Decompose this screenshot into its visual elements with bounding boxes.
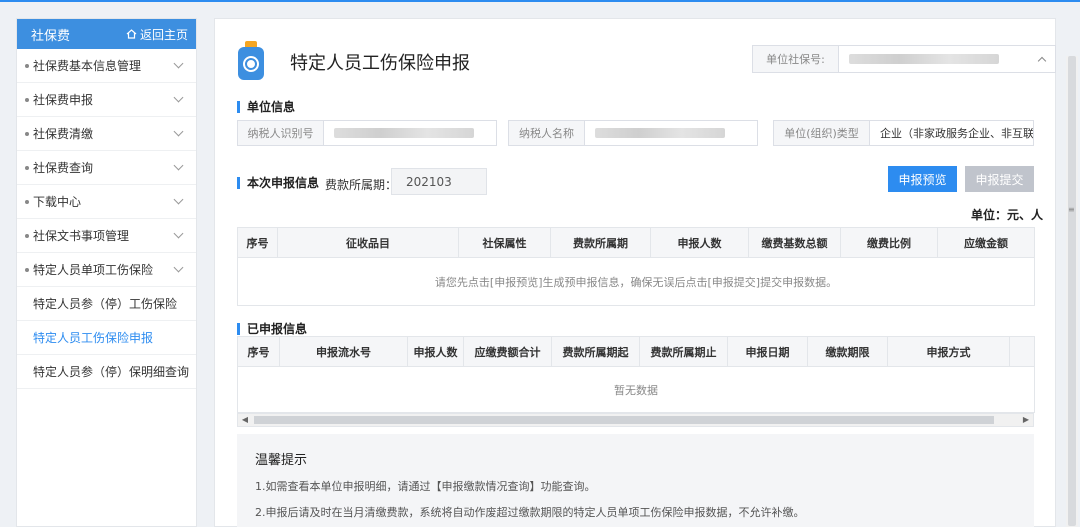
bullet-icon [25,63,29,68]
sidebar-item-query[interactable]: 社保费查询 [17,151,196,185]
declare-info-title: 本次申报信息 [237,177,319,189]
taxpayer-id-value [324,121,496,145]
chevron-up-icon [1037,56,1047,65]
sidebar-title: 社保费 [31,28,71,44]
taxpayer-id-label: 纳税人识别号 [238,121,324,145]
chevron-down-icon [173,262,184,273]
taxpayer-name-field: 纳税人名称 [508,120,758,146]
table-row: 暂无数据 [237,366,1035,413]
sidebar-item-label: 社保费查询 [33,161,94,175]
sidebar-item-label: 社保费申报 [33,93,94,107]
unit-ss-label: 单位社保号: [753,46,839,72]
sidebar-subitem-detail-query[interactable]: 特定人员参（停）保明细查询 [17,355,196,389]
sidebar-subitem-enroll[interactable]: 特定人员参（停）工伤保险 [17,287,196,321]
chevron-down-icon [173,58,184,69]
bullet-icon [25,267,29,272]
column-header: 社保属性 [458,227,551,258]
horizontal-scrollbar[interactable]: ◀ ▶ [237,413,1034,427]
bullet-icon [25,233,29,238]
tip-line: 1.如需查看本单位申报明细，请通过【申报缴款情况查询】功能查询。 [255,480,596,493]
column-header: 应缴金额 [937,227,1035,258]
empty-message: 暂无数据 [237,366,1035,413]
declared-info-title: 已申报信息 [237,323,307,335]
org-type-label: 单位(组织)类型 [774,121,870,145]
column-header: 申报日期 [727,336,808,367]
table-row: 请您先点击[申报预览]生成预申报信息，确保无误后点击[申报提交]提交申报数据。 [237,257,1035,306]
sidebar-item-download[interactable]: 下载中心 [17,185,196,219]
chevron-down-icon [173,228,184,239]
table-header-row: 序号 申报流水号 申报人数 应缴费额合计 费款所属期起 费款所属期止 申报日期 … [237,336,1035,367]
unit-note: 单位：元、人 [971,208,1044,222]
column-header: 申报人数 [650,227,749,258]
column-header: 费款所属期止 [639,336,728,367]
tips-panel: 温馨提示 1.如需查看本单位申报明细，请通过【申报缴款情况查询】功能查询。 2.… [237,434,1034,527]
column-header: 申报方式 [887,336,1010,367]
table-header-row: 序号 征收品目 社保属性 费款所属期 申报人数 缴费基数总额 缴费比例 应缴金额 [237,227,1035,258]
sidebar-item-documents[interactable]: 社保文书事项管理 [17,219,196,253]
declared-table: 序号 申报流水号 申报人数 应缴费额合计 费款所属期起 费款所属期止 申报日期 … [237,336,1035,413]
taxpayer-name-label: 纳税人名称 [509,121,585,145]
taxpayer-id-field: 纳税人识别号 [237,120,497,146]
page-title: 特定人员工伤保险申报 [290,53,470,74]
sidebar-item-label: 下载中心 [33,195,82,209]
sidebar-item-label: 社保费清缴 [33,127,94,141]
submit-button[interactable]: 申报提交 [965,166,1034,192]
home-label: 返回主页 [139,27,188,42]
bullet-icon [25,165,29,170]
chevron-down-icon [173,160,184,171]
column-header: 申报人数 [407,336,464,367]
sidebar-item-injury-insurance[interactable]: 特定人员单项工伤保险 [17,253,196,287]
vertical-scrollbar[interactable] [1066,56,1078,527]
chevron-down-icon [173,194,184,205]
scrollbar-thumb[interactable] [254,416,994,424]
column-header: 费款所属期起 [551,336,640,367]
column-header: 序号 [237,336,280,367]
bullet-icon [25,131,29,136]
sidebar-item-label: 社保费基本信息管理 [33,59,142,73]
sidebar-subitem-declare-active[interactable]: 特定人员工伤保险申报 [17,321,196,355]
unit-info-title: 单位信息 [237,101,295,113]
column-header: 序号 [237,227,278,258]
scrollbar-thumb[interactable] [1068,56,1076,526]
org-type-field: 单位(组织)类型 企业（非家政服务企业、非互联网 [773,120,1034,146]
tips-title: 温馨提示 [255,453,308,468]
insurance-badge-icon [238,41,264,80]
main-panel: 特定人员工伤保险申报 单位社保号: 单位信息 纳税人识别号 纳税人名称 单位(组… [214,18,1056,527]
taxpayer-name-value [585,121,757,145]
chevron-down-icon [173,92,184,103]
sidebar-item-payment[interactable]: 社保费清缴 [17,117,196,151]
scroll-left-icon[interactable]: ◀ [238,414,252,426]
resize-handle-icon[interactable]: ≡ [1068,205,1075,214]
unit-ss-value [839,46,1039,72]
bullet-icon [25,199,29,204]
sidebar-item-label: 特定人员单项工伤保险 [33,263,154,277]
sidebar: 社保费 返回主页 社保费基本信息管理 社保费申报 社保费清缴 社保费查询 下载中… [16,18,197,527]
column-header: 费款所属期 [550,227,651,258]
column-header: 应缴费额合计 [463,336,552,367]
scroll-right-icon[interactable]: ▶ [1019,414,1033,426]
org-type-value: 企业（非家政服务企业、非互联网 [880,127,1033,140]
sidebar-item-label: 社保文书事项管理 [33,229,130,243]
sidebar-item-basic-info[interactable]: 社保费基本信息管理 [17,49,196,83]
home-icon [126,29,137,39]
period-input[interactable]: 202103 [391,168,487,195]
top-accent-line [0,0,1080,2]
sidebar-item-declare[interactable]: 社保费申报 [17,83,196,117]
unit-ss-select[interactable]: 单位社保号: [752,45,1056,73]
empty-message: 请您先点击[申报预览]生成预申报信息，确保无误后点击[申报提交]提交申报数据。 [237,257,1035,306]
period-label: 费款所属期： [325,178,398,192]
sidebar-header: 社保费 返回主页 [17,19,196,49]
bullet-icon [25,97,29,102]
column-header-overflow [1009,336,1035,367]
tip-line: 2.申报后请及时在当月清缴费款，系统将自动作废超过缴款期限的特定人员单项工伤保险… [255,506,805,519]
preview-button[interactable]: 申报预览 [888,166,957,192]
column-header: 缴费比例 [840,227,938,258]
column-header: 申报流水号 [279,336,408,367]
column-header: 征收品目 [277,227,459,258]
chevron-down-icon [173,126,184,137]
declare-table: 序号 征收品目 社保属性 费款所属期 申报人数 缴费基数总额 缴费比例 应缴金额… [237,227,1035,306]
column-header: 缴费基数总额 [748,227,841,258]
column-header: 缴款期限 [807,336,888,367]
home-link[interactable]: 返回主页 [126,26,188,43]
